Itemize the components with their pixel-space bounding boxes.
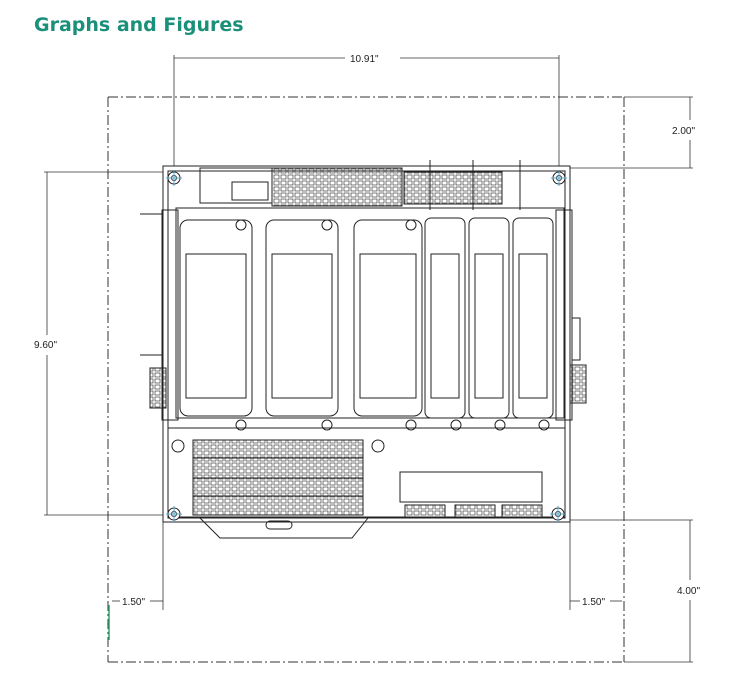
mounting-diagram: 10.91" 2.00" 9.60" 1.50" 1.50" 4.00" [34, 54, 700, 663]
terminal-block [192, 439, 364, 516]
device [140, 160, 587, 539]
dim-width-top: 10.91" [350, 54, 379, 65]
dim-clearance-left: 1.50" [122, 597, 145, 608]
dim-height-left: 9.60" [34, 340, 57, 351]
dim-clearance-top: 2.00" [672, 126, 695, 137]
dim-clearance-right: 1.50" [582, 597, 605, 608]
dim-clearance-bottom: 4.00" [677, 586, 700, 597]
